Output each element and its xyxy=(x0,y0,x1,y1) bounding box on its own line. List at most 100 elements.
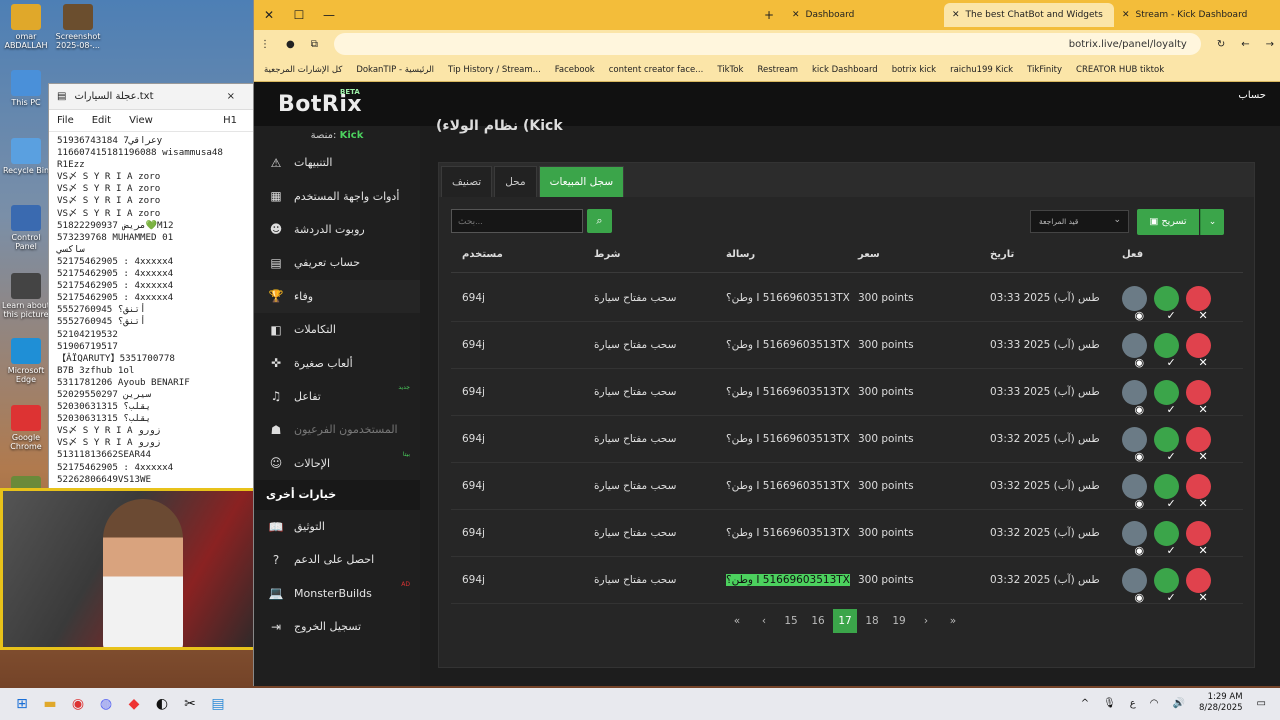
clock[interactable]: 1:29 AM 8/28/2025 xyxy=(1199,692,1243,714)
page-button[interactable]: 17 xyxy=(833,609,857,633)
view-button[interactable]: ◉ xyxy=(1122,333,1147,369)
sidebar-item[interactable]: ▤ حساب تعريفي xyxy=(254,246,420,279)
bookmark-item[interactable]: raichu199 Kick xyxy=(950,65,1013,75)
volume-icon[interactable]: 🔊 xyxy=(1173,698,1185,709)
desktop-icon-screenshot[interactable]: Screenshot 2025-08-... xyxy=(54,4,102,50)
notepad-icon[interactable]: ▤ xyxy=(204,690,232,718)
reload-icon[interactable]: ↻ xyxy=(1217,39,1225,50)
tab-sales-log[interactable]: سجل المبيعات xyxy=(538,166,625,197)
app-icon[interactable]: ◆ xyxy=(120,690,148,718)
search-button[interactable]: ⌕ xyxy=(587,209,612,233)
approve-button[interactable]: ✓ xyxy=(1154,568,1179,604)
sidebar-item[interactable]: 🏆 وفاء xyxy=(254,279,420,313)
menu-file[interactable]: File xyxy=(57,115,74,126)
reject-button[interactable]: ✕ xyxy=(1186,474,1211,510)
start-icon[interactable]: ⊞ xyxy=(8,690,36,718)
microphone-icon[interactable]: 🎙 xyxy=(1103,698,1116,709)
export-button[interactable]: ▣ تسريح xyxy=(1137,209,1199,235)
chevron-up-icon[interactable]: ^ xyxy=(1081,698,1089,709)
approve-button[interactable]: ✓ xyxy=(1154,427,1179,463)
page-button[interactable]: 19 xyxy=(887,609,911,633)
menu-view[interactable]: View xyxy=(129,115,153,126)
desktop-icon[interactable]: Microsoft Edge xyxy=(2,338,50,384)
approve-button[interactable]: ✓ xyxy=(1154,474,1179,510)
sidebar-item[interactable]: ♫ تفاعل جديد xyxy=(254,380,420,413)
view-button[interactable]: ◉ xyxy=(1122,474,1147,510)
bookmark-item[interactable]: kick Dashboard xyxy=(812,65,878,75)
profile-icon[interactable]: ● xyxy=(286,39,295,50)
page-button[interactable]: 18 xyxy=(860,609,884,633)
notification-icon[interactable]: ▭ xyxy=(1257,698,1266,709)
bookmark-item[interactable]: DokanTIP - الرئيسية xyxy=(356,65,434,75)
tab-shop[interactable]: محل xyxy=(494,166,537,197)
page-button[interactable]: 16 xyxy=(806,609,830,633)
bookmark-item[interactable]: كل الإشارات المرجعية xyxy=(264,65,342,75)
tab-dashboard[interactable]: ✕ Dashboard xyxy=(784,3,944,27)
new-tab-icon[interactable]: + xyxy=(754,8,784,22)
reject-button[interactable]: ✕ xyxy=(1186,380,1211,416)
minimize-icon[interactable]: — xyxy=(314,8,344,22)
heading-select[interactable]: H1 xyxy=(223,115,237,126)
sidebar-item[interactable]: ⚠ التنبيهات xyxy=(254,146,420,179)
status-filter-select[interactable]: قيد المراجعة ⌄ xyxy=(1030,210,1129,233)
tab-botrix[interactable]: ✕ The best ChatBot and Widgets xyxy=(944,3,1114,27)
bookmark-item[interactable]: botrix kick xyxy=(892,65,936,75)
language-indicator[interactable]: ع xyxy=(1130,698,1136,709)
maximize-icon[interactable]: ☐ xyxy=(284,8,314,22)
close-icon[interactable]: × xyxy=(227,91,235,102)
sidebar-item[interactable]: ⇥ تسجيل الخروج xyxy=(254,610,420,643)
sidebar-item[interactable]: ▦ أدوات واجهة المستخدم xyxy=(254,179,420,212)
next-page-icon[interactable]: › xyxy=(914,609,938,633)
approve-button[interactable]: ✓ xyxy=(1154,521,1179,557)
file-explorer-icon[interactable]: ▬ xyxy=(36,690,64,718)
desktop-icon[interactable]: Control Panel xyxy=(2,205,50,251)
search-input[interactable] xyxy=(451,209,583,233)
bookmark-item[interactable]: TikFinity xyxy=(1027,65,1062,75)
back-icon[interactable]: ← xyxy=(1241,39,1249,50)
desktop-icon[interactable]: omar ABDALLAH xyxy=(2,4,50,50)
sidebar-item[interactable]: ☺ الإحالات بيتا xyxy=(254,447,420,480)
page-button[interactable]: 15 xyxy=(779,609,803,633)
bookmark-item[interactable]: TikTok xyxy=(717,65,743,75)
sidebar-item[interactable]: ✜ ألعاب صغيرة xyxy=(254,346,420,379)
desktop-icon[interactable]: Recycle Bin xyxy=(2,138,50,175)
bookmark-item[interactable]: Tip History / Stream... xyxy=(448,65,541,75)
reject-button[interactable]: ✕ xyxy=(1186,568,1211,604)
account-menu[interactable]: حساب xyxy=(1238,90,1266,101)
sidebar-item[interactable]: ☻ روبوت الدردشة xyxy=(254,213,420,246)
notepad-tab[interactable]: ▤ عجلة السيارات.txt × xyxy=(49,84,257,110)
notepad-text-area[interactable]: 51936743184 عراقي7y 116607415181196088 wi… xyxy=(49,132,257,502)
approve-button[interactable]: ✓ xyxy=(1154,380,1179,416)
approve-button[interactable]: ✓ xyxy=(1154,286,1179,322)
bookmark-item[interactable]: Restream xyxy=(757,65,798,75)
obs-icon[interactable]: ◐ xyxy=(148,690,176,718)
reject-button[interactable]: ✕ xyxy=(1186,427,1211,463)
sidebar-item[interactable]: ? احصل على الدعم xyxy=(254,543,420,576)
snip-icon[interactable]: ✂ xyxy=(176,690,204,718)
reject-button[interactable]: ✕ xyxy=(1186,333,1211,369)
menu-edit[interactable]: Edit xyxy=(92,115,111,126)
export-dropdown-button[interactable]: ⌄ xyxy=(1200,209,1224,235)
reject-button[interactable]: ✕ xyxy=(1186,286,1211,322)
close-tab-icon[interactable]: ✕ xyxy=(792,10,800,20)
first-page-icon[interactable]: « xyxy=(725,609,749,633)
prev-page-icon[interactable]: ‹ xyxy=(752,609,776,633)
last-page-icon[interactable]: » xyxy=(941,609,965,633)
discord-icon[interactable]: ◍ xyxy=(92,690,120,718)
menu-dots-icon[interactable]: ⋮ xyxy=(260,39,270,50)
bookmark-item[interactable]: content creator face... xyxy=(609,65,704,75)
sidebar-item[interactable]: ◧ التكاملات xyxy=(254,313,420,346)
view-button[interactable]: ◉ xyxy=(1122,521,1147,557)
sidebar-item[interactable]: ☗ المستخدمون الفرعيون xyxy=(254,413,420,446)
view-button[interactable]: ◉ xyxy=(1122,427,1147,463)
close-window-icon[interactable]: ✕ xyxy=(254,8,284,22)
view-button[interactable]: ◉ xyxy=(1122,286,1147,322)
tab-kick[interactable]: ✕ Stream - Kick Dashboard xyxy=(1114,3,1264,27)
sidebar-item[interactable]: 💻 MonsterBuilds AD xyxy=(254,577,420,610)
chrome-icon[interactable]: ◉ xyxy=(64,690,92,718)
bookmark-item[interactable]: CREATOR HUB tiktok xyxy=(1076,65,1164,75)
wifi-icon[interactable]: ◠ xyxy=(1150,698,1159,709)
view-button[interactable]: ◉ xyxy=(1122,380,1147,416)
url-input[interactable]: botrix.live/panel/loyalty xyxy=(333,33,1201,55)
view-button[interactable]: ◉ xyxy=(1122,568,1147,604)
